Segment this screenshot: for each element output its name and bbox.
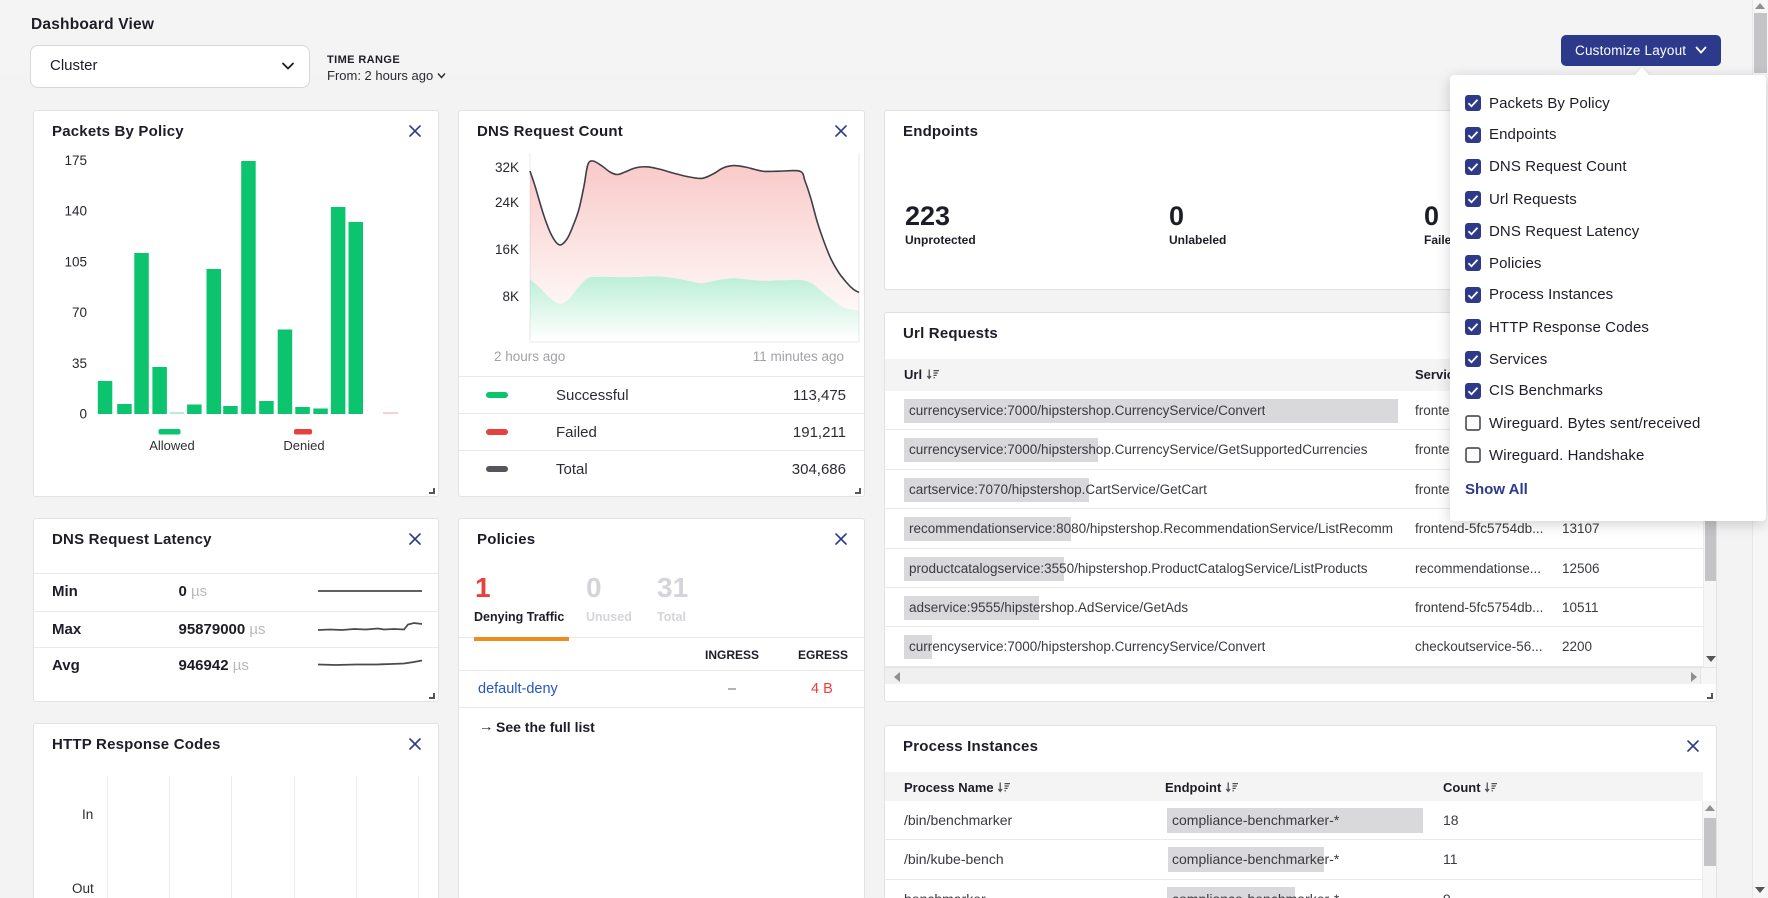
- svg-text:0: 0: [79, 407, 87, 422]
- svg-text:Denied: Denied: [283, 438, 324, 453]
- svg-text:24K: 24K: [495, 195, 519, 210]
- svg-text:140: 140: [64, 204, 87, 219]
- svg-text:35: 35: [72, 356, 87, 371]
- svg-text:Allowed: Allowed: [149, 438, 195, 453]
- svg-text:32K: 32K: [495, 160, 519, 175]
- svg-text:105: 105: [64, 254, 87, 269]
- svg-text:8K: 8K: [502, 289, 519, 304]
- svg-text:16K: 16K: [495, 242, 519, 257]
- svg-text:2 hours ago: 2 hours ago: [494, 349, 565, 364]
- svg-text:70: 70: [72, 305, 87, 320]
- svg-text:175: 175: [64, 153, 87, 168]
- svg-text:11 minutes ago: 11 minutes ago: [753, 349, 844, 364]
